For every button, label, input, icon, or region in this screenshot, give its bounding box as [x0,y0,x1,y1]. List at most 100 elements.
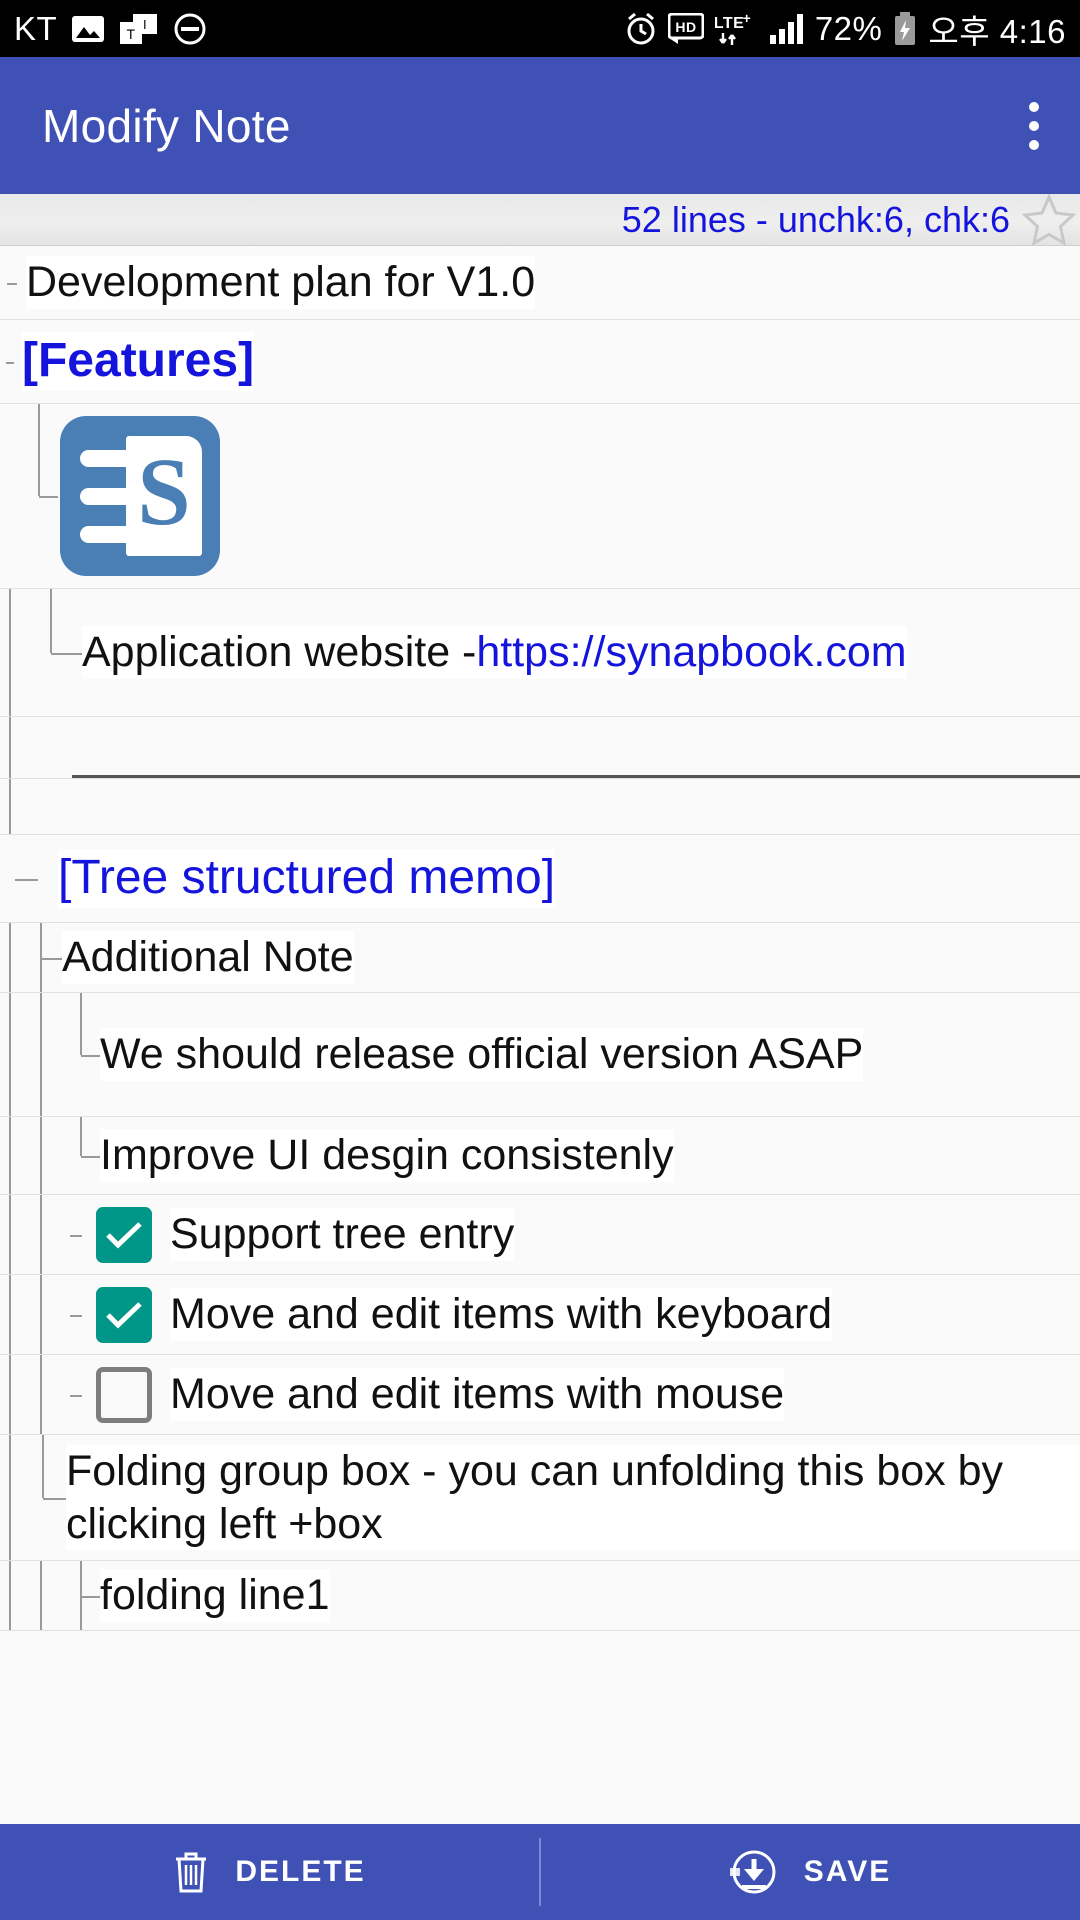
tree-guides [0,1195,92,1274]
note-row-text: Support tree entry [170,1208,515,1261]
note-row[interactable]: Application website - https://synapbook.… [0,589,1080,717]
synapbook-app-icon: S [60,416,220,576]
tree-connector [62,1195,92,1274]
tree-connector [62,1117,100,1194]
status-bar: KT I T HD LTE + 72% 오후 4:16 [0,0,1080,57]
note-row-text: We should release official version ASAP [100,1028,864,1081]
note-row-text: [Tree structured memo] [58,849,556,908]
note-content-list[interactable]: Development plan for V1.0 [Features] S A… [0,246,1080,1824]
delete-button-label: DELETE [235,1855,366,1888]
checkbox-checked[interactable] [96,1286,152,1343]
note-row-image[interactable]: S [0,404,1080,589]
svg-text:LTE: LTE [715,15,744,32]
checkbox-checked[interactable] [96,1206,152,1263]
tree-guide-col [0,1117,20,1194]
battery-percent-label: 72% [814,9,883,47]
tree-guides [0,779,20,834]
tree-connector [20,589,82,716]
delete-button[interactable]: DELETE [0,1824,539,1920]
tree-connector [62,1561,100,1630]
note-row-content: Application website - https://synapbook.… [82,589,1080,716]
tree-guides [0,404,58,588]
note-row-checkbox[interactable]: Move and edit items with mouse [0,1355,1080,1435]
tree-guide-col [20,1117,62,1194]
tree-guide-col [0,717,20,778]
hd-icon: HD [667,12,704,45]
note-row-text: Additional Note [62,931,354,984]
tree-connector [62,1275,92,1354]
app-icon-letter: S [126,436,202,556]
signal-icon [768,13,804,45]
tree-guide-col [0,1275,20,1354]
note-row[interactable]: Folding group box - you can unfolding th… [0,1435,1080,1561]
line-stats-label: 52 lines - unchk:6, chk:6 [621,198,1010,240]
note-row-content: S [58,404,1080,588]
note-row-content: [Tree structured memo] [58,835,1080,922]
note-row-content: Move and edit items with mouse [92,1355,1080,1434]
tree-guides [0,923,62,992]
status-bar-left: KT I T [14,10,207,48]
tree-guides [0,1355,92,1434]
tree-guides [0,1117,100,1194]
note-row-text: Move and edit items with mouse [170,1368,785,1421]
tree-guide-col [0,589,20,716]
note-row-text: Move and edit items with keyboard [170,1288,833,1341]
svg-text:HD: HD [675,19,696,35]
tree-guides [0,993,100,1116]
horizontal-rule [72,775,1080,778]
note-row[interactable]: [Tree structured memo] [0,835,1080,923]
tree-guide-col [0,1561,20,1630]
trash-icon [173,1850,209,1894]
note-row-content: Move and edit items with keyboard [92,1275,1080,1354]
note-row-text: [Features] [22,332,255,391]
save-download-icon [729,1848,778,1896]
alarm-icon [625,12,657,46]
note-row-checkbox[interactable]: Move and edit items with keyboard [0,1275,1080,1355]
battery-charging-icon [893,11,917,46]
save-button-label: SAVE [803,1855,892,1888]
tree-guide-col [0,923,20,992]
tree-guide-col [20,993,62,1116]
website-link[interactable]: https://synapbook.com [476,626,907,679]
note-row-content: Development plan for V1.0 [26,246,1080,319]
note-row-content: Support tree entry [92,1195,1080,1274]
status-bar-right: HD LTE + 72% 오후 4:16 [625,5,1066,53]
note-row[interactable]: folding line1 [0,1561,1080,1631]
tree-connector [62,1355,92,1434]
note-row-text: Improve UI desgin consistenly [100,1129,674,1182]
note-row-content: Improve UI desgin consistenly [100,1117,1080,1194]
do-not-disturb-icon [173,12,207,46]
tree-guide-col [20,1561,62,1630]
tree-guide-col [20,1195,62,1274]
tree-guide-col [0,1195,20,1274]
tree-connector [62,993,100,1116]
note-row[interactable]: Development plan for V1.0 [0,246,1080,320]
tree-guides [0,835,58,922]
note-row[interactable]: Improve UI desgin consistenly [0,1117,1080,1195]
note-row-content: Additional Note [62,923,1080,992]
bottom-action-bar: DELETE SAVE [0,1824,1080,1920]
tree-guides [0,1561,100,1630]
note-row[interactable]: Additional Note [0,923,1080,993]
save-button[interactable]: SAVE [541,1824,1080,1920]
lte-plus-icon: LTE + [715,11,757,47]
svg-text:T: T [127,26,136,42]
tree-guides [0,717,20,778]
svg-text:I: I [143,17,147,32]
note-row-text: Development plan for V1.0 [26,256,536,309]
image-icon [71,14,105,44]
note-row-content: Folding group box - you can unfolding th… [66,1435,1080,1560]
note-row-checkbox[interactable]: Support tree entry [0,1195,1080,1275]
note-row[interactable]: We should release official version ASAP [0,993,1080,1117]
tree-guide-col [0,1435,20,1560]
favorite-star-icon[interactable] [1018,193,1080,246]
note-row-separator[interactable] [0,717,1080,779]
checkbox-unchecked[interactable] [96,1366,152,1423]
note-row-content: folding line1 [100,1561,1080,1630]
note-row-blank[interactable] [0,779,1080,835]
tree-connector [0,835,58,922]
note-row[interactable]: [Features] [0,320,1080,404]
tree-guides [0,1435,66,1560]
tree-guide-col [20,1355,62,1434]
overflow-menu-icon[interactable] [1026,94,1042,158]
